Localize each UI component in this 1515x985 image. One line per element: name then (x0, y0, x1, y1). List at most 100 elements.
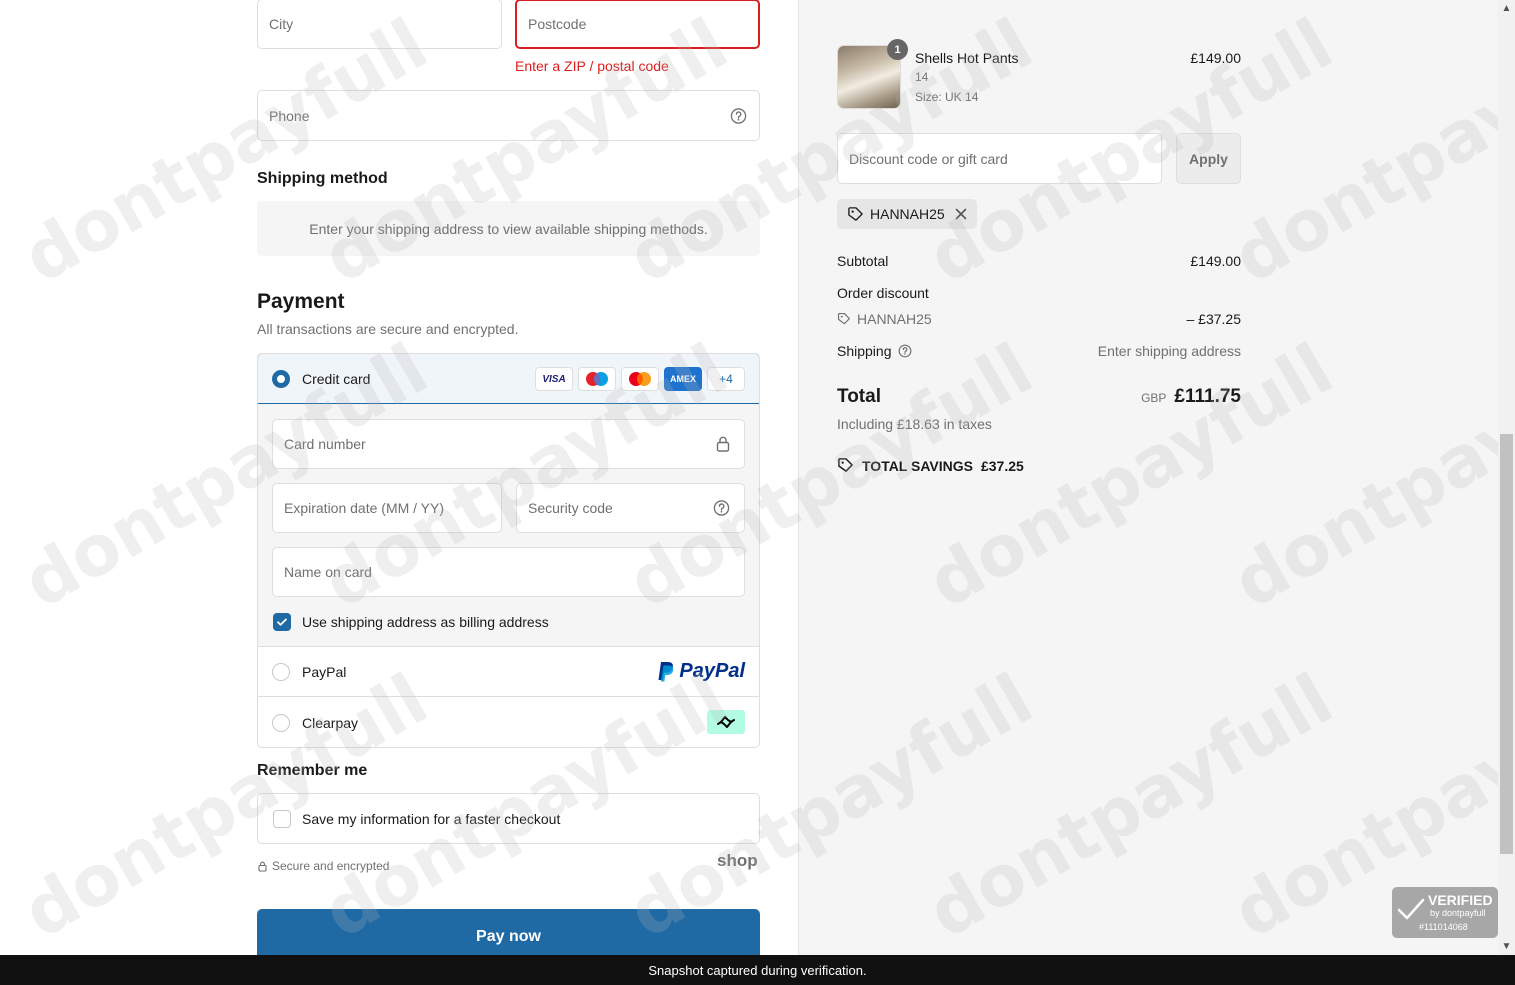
order-discount-label: Order discount (837, 285, 929, 301)
subtotal-label: Subtotal (837, 253, 889, 269)
phone-placeholder: Phone (269, 107, 310, 124)
billing-checkbox-label: Use shipping address as billing address (302, 614, 549, 630)
discount-code: HANNAH25 (857, 311, 932, 327)
more-brands[interactable]: +4 (707, 367, 745, 391)
scroll-up-arrow[interactable]: ▲ (1498, 0, 1515, 17)
savings-label: TOTAL SAVINGS (862, 457, 973, 474)
shop-logo: shop (717, 851, 758, 870)
checkout-form-column: City Postcode Enter a ZIP / postal code … (0, 0, 798, 964)
postcode-placeholder: Postcode (528, 16, 587, 32)
shipping-methods-placeholder: Enter your shipping address to view avai… (257, 201, 760, 256)
credit-card-radio[interactable] (272, 369, 290, 388)
payment-subtitle: All transactions are secure and encrypte… (257, 321, 519, 337)
total-value: £111.75 (1174, 386, 1241, 407)
visa-icon: VISA (535, 367, 573, 391)
save-info-checkbox[interactable] (273, 809, 291, 828)
apply-button[interactable]: Apply (1176, 133, 1241, 184)
name-on-card-placeholder: Name on card (284, 564, 372, 580)
shipping-method-heading: Shipping method (257, 170, 388, 187)
postcode-error: Enter a ZIP / postal code (515, 58, 669, 74)
verified-by: by dontpayfull (1430, 908, 1486, 918)
remember-me-heading: Remember me (257, 762, 368, 779)
clearpay-label: Clearpay (302, 714, 359, 731)
tax-note: Including £18.63 in taxes (837, 416, 992, 432)
payment-heading: Payment (257, 290, 345, 313)
scrollbar[interactable]: ▲ ▼ (1498, 0, 1515, 955)
paypal-label: PayPal (302, 663, 347, 680)
secure-note-text: Secure and encrypted (272, 859, 390, 873)
amex-icon: AMEX (664, 367, 702, 391)
help-icon[interactable] (713, 500, 730, 517)
clearpay-option[interactable]: Clearpay (258, 697, 759, 747)
discount-placeholder: Discount code or gift card (849, 150, 1008, 167)
product-name: Shells Hot Pants (915, 50, 1019, 66)
card-number-placeholder: Card number (284, 436, 366, 452)
discount-value: – £37.25 (1186, 311, 1242, 327)
total-label: Total (837, 386, 881, 407)
product-variant: 14 (915, 70, 929, 84)
verified-id: #111014068 (1419, 922, 1468, 932)
credit-card-label: Credit card (302, 370, 371, 387)
discount-code-input[interactable]: Discount code or gift card (837, 133, 1162, 184)
snapshot-footer: Snapshot captured during verification. (0, 955, 1515, 985)
shipping-empty-message: Enter your shipping address to view avai… (309, 220, 708, 237)
city-field[interactable]: City (257, 0, 502, 49)
currency-code: GBP (1141, 391, 1167, 405)
help-icon[interactable] (898, 344, 912, 358)
verified-badge: VERIFIED by dontpayfull #111014068 (1392, 887, 1498, 938)
help-icon[interactable] (730, 107, 747, 124)
security-code-placeholder: Security code (528, 500, 613, 516)
scroll-down-arrow[interactable]: ▼ (1498, 938, 1515, 955)
discount-code-row: HANNAH25 (837, 311, 932, 327)
city-placeholder: City (269, 16, 294, 32)
save-info-option[interactable]: Save my information for a faster checkou… (257, 793, 760, 844)
name-on-card-field[interactable]: Name on card (272, 547, 745, 597)
subtotal-value: £149.00 (1190, 253, 1241, 269)
close-icon[interactable] (955, 208, 967, 220)
check-icon (277, 618, 287, 626)
maestro-icon (578, 367, 616, 391)
postcode-field[interactable]: Postcode (515, 0, 760, 49)
paypal-icon (658, 661, 674, 681)
tag-icon (848, 206, 863, 221)
expiration-field[interactable]: Expiration date (MM / YY) (272, 483, 502, 533)
total-amount: GBP £111.75 (1141, 386, 1241, 408)
pay-now-label: Pay now (476, 927, 541, 945)
lock-icon (258, 861, 267, 872)
checkmark-icon (1397, 898, 1425, 920)
security-code-field[interactable]: Security code (516, 483, 745, 533)
savings-value: £37.25 (980, 457, 1024, 474)
applied-discount-chip: HANNAH25 (837, 199, 977, 229)
billing-checkbox[interactable] (273, 613, 291, 631)
shipping-value: Enter shipping address (1097, 343, 1241, 359)
card-brands: VISA AMEX +4 (535, 367, 745, 391)
shipping-row: Shipping (837, 343, 912, 359)
apply-label: Apply (1189, 150, 1228, 167)
shipping-label: Shipping (837, 343, 892, 359)
clearpay-icon (707, 710, 745, 734)
lock-icon (716, 436, 730, 452)
product-size: Size: UK 14 (915, 90, 979, 104)
verified-title: VERIFIED (1428, 892, 1493, 908)
mastercard-icon (621, 367, 659, 391)
paypal-option[interactable]: PayPal PayPal (258, 647, 759, 697)
phone-field[interactable]: Phone (257, 90, 760, 141)
product-price: £149.00 (1190, 50, 1241, 66)
scrollbar-thumb[interactable] (1500, 434, 1513, 854)
applied-code: HANNAH25 (870, 206, 945, 222)
clearpay-radio[interactable] (272, 713, 290, 732)
billing-address-option[interactable]: Use shipping address as billing address (273, 613, 549, 631)
payment-methods: Credit card VISA AMEX +4 Card number Exp… (257, 353, 760, 748)
secure-note: Secure and encrypted (258, 859, 389, 873)
save-info-label: Save my information for a faster checkou… (302, 810, 561, 827)
credit-card-option[interactable]: Credit card VISA AMEX +4 (258, 354, 759, 404)
expiration-placeholder: Expiration date (MM / YY) (284, 500, 445, 516)
card-number-field[interactable]: Card number (272, 419, 745, 469)
tag-icon (837, 312, 851, 325)
tag-icon (838, 458, 853, 472)
footer-text: Snapshot captured during verification. (648, 962, 867, 978)
paypal-logo: PayPal (657, 660, 745, 683)
total-savings: TOTAL SAVINGS £37.25 (837, 457, 1024, 474)
credit-card-form: Card number Expiration date (MM / YY) Se… (258, 404, 759, 647)
paypal-radio[interactable] (272, 662, 290, 681)
